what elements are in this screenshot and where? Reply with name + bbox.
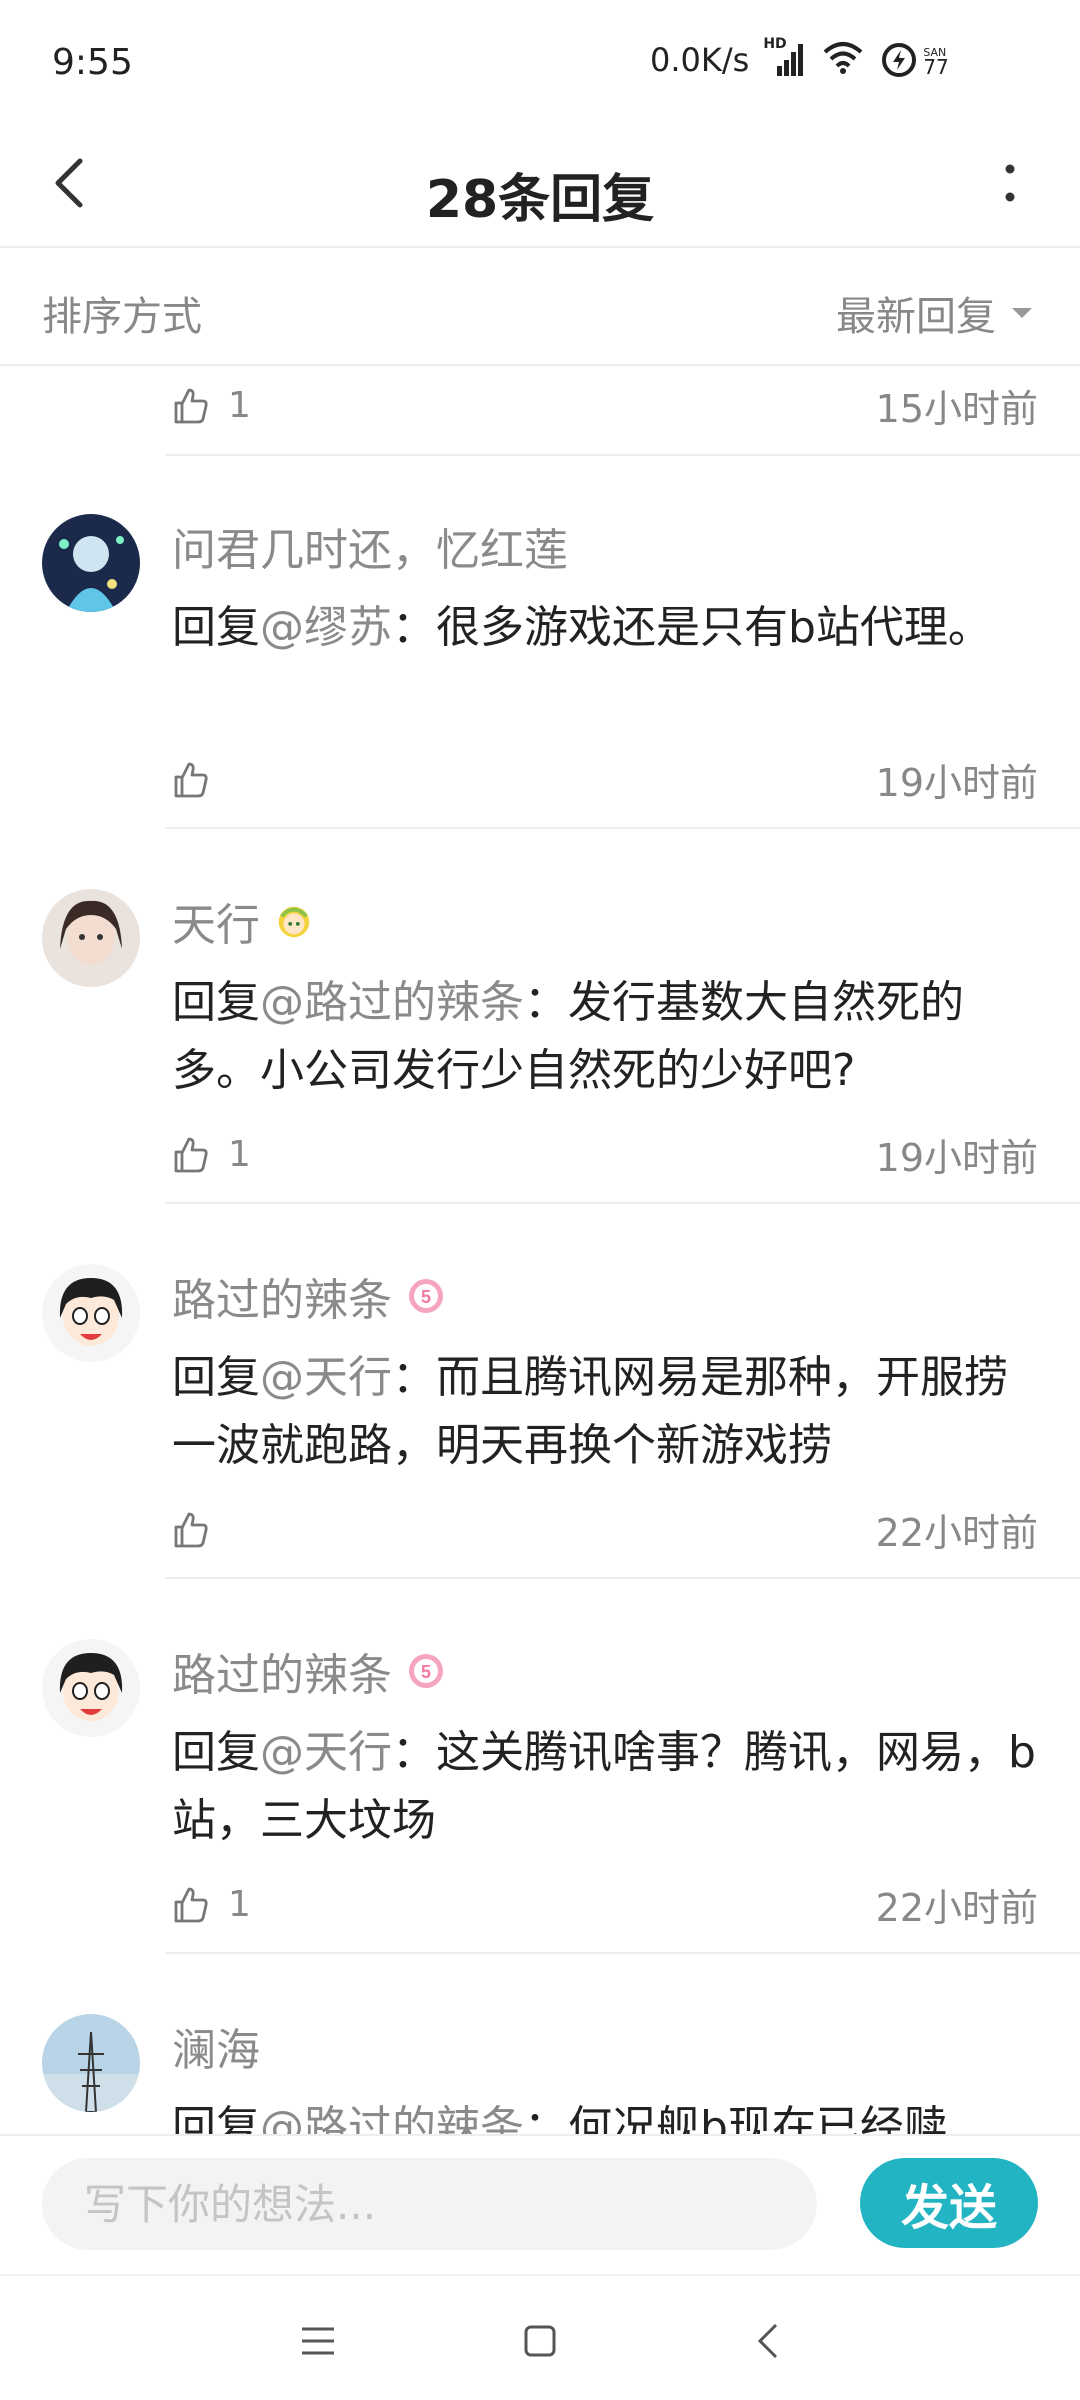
- home-square-icon: [524, 2325, 556, 2357]
- like-count: 1: [228, 1134, 251, 1175]
- comment-body: ：何况舰b现在已经赎: [524, 2102, 948, 2134]
- comment-time: 19小时前: [875, 1136, 1038, 1180]
- level-number: 5: [421, 1662, 431, 1682]
- comment-item[interactable]: 天行 回复@路过的辣条：发行基数大自然死的多。小公司发行少自然死的少好吧? 1 …: [0, 889, 1080, 1264]
- username[interactable]: 路过的辣条: [172, 1639, 392, 1703]
- username[interactable]: 问君几时还，忆红莲: [172, 514, 568, 578]
- comment-item[interactable]: 路过的辣条 5 回复@天行：这关腾讯啥事？腾讯，网易，b站，三大坟场 1 22小…: [0, 1639, 1080, 2014]
- wifi-icon: [821, 40, 865, 80]
- like-count: 1: [228, 1884, 251, 1925]
- mention-link[interactable]: @路过的辣条: [260, 2102, 524, 2134]
- username-row: 澜海: [172, 2014, 260, 2078]
- comment-text: 回复@天行：这关腾讯啥事？腾讯，网易，b站，三大坟场: [172, 1719, 1042, 1855]
- sort-selected: 最新回复: [836, 294, 996, 340]
- avatar[interactable]: [42, 514, 140, 612]
- username[interactable]: 天行: [172, 889, 260, 953]
- chevron-down-icon: [1012, 308, 1032, 318]
- home-button[interactable]: [505, 2306, 575, 2376]
- menu-button[interactable]: [283, 2306, 353, 2376]
- signal-icon: HD: [763, 36, 807, 78]
- comment-body: ：很多游戏还是只有b站代理。: [392, 602, 992, 653]
- username-row: 路过的辣条 5: [172, 1264, 446, 1328]
- level-badge-icon: 5: [406, 1651, 446, 1691]
- reply-input[interactable]: [42, 2158, 817, 2250]
- status-time: 9:55: [52, 42, 133, 83]
- avatar[interactable]: [42, 2014, 140, 2112]
- mention-link[interactable]: @天行: [260, 1352, 392, 1403]
- top-bar: 28条回复: [0, 125, 1080, 248]
- thumbs-up-icon: [174, 1137, 208, 1172]
- level-badge-icon: [274, 901, 314, 941]
- battery-level: 77: [923, 55, 949, 79]
- sort-label: 排序方式: [42, 294, 202, 340]
- username[interactable]: 澜海: [172, 2014, 260, 2078]
- comment-text: 回复@路过的辣条：发行基数大自然死的多。小公司发行少自然死的少好吧?: [172, 969, 1042, 1105]
- avatar[interactable]: [42, 889, 140, 987]
- like-count: 1: [228, 385, 251, 426]
- more-vertical-icon: [1005, 164, 1015, 202]
- comment-item[interactable]: 问君几时还，忆红莲 回复@缪苏：很多游戏还是只有b站代理。 19小时前: [0, 514, 1080, 889]
- divider: [165, 1577, 1080, 1579]
- like-button[interactable]: [170, 1510, 228, 1550]
- mention-link[interactable]: @缪苏: [260, 602, 392, 653]
- menu-icon: [302, 2327, 334, 2355]
- reply-prefix: 回复: [172, 602, 260, 653]
- reply-prefix: 回复: [172, 2102, 260, 2134]
- comment-item[interactable]: 路过的辣条 5 回复@天行：而且腾讯网易是那种，开服捞一波就跑路，明天再换个新游…: [0, 1264, 1080, 1639]
- send-button[interactable]: 发送: [860, 2158, 1038, 2248]
- comment-time: 15小时前: [875, 387, 1038, 431]
- reply-prefix: 回复: [172, 1727, 260, 1778]
- partial-comment-row: 1 15小时前: [0, 366, 1080, 456]
- comment-time: 22小时前: [875, 1511, 1038, 1555]
- comment-list[interactable]: 1 15小时前 问君几时还，忆红莲 回复@缪苏：很多游戏还是只有b站代理。 19…: [0, 366, 1080, 2134]
- thumbs-up-icon: [174, 762, 208, 797]
- status-icons: 0.0K/s HD SAN 77: [650, 36, 949, 80]
- mention-link[interactable]: @路过的辣条: [260, 977, 524, 1028]
- like-button[interactable]: 1: [170, 1134, 251, 1175]
- more-button[interactable]: [970, 143, 1050, 223]
- sort-bar: 排序方式 最新回复: [0, 248, 1080, 366]
- username-row: 路过的辣条 5: [172, 1639, 446, 1703]
- avatar[interactable]: [42, 1264, 140, 1362]
- sort-dropdown[interactable]: 最新回复: [836, 284, 1034, 342]
- comment-item[interactable]: 澜海 回复@路过的辣条：何况舰b现在已经赎: [0, 2014, 1080, 2134]
- divider: [165, 454, 1080, 456]
- level-number: 5: [421, 1287, 431, 1307]
- reply-prefix: 回复: [172, 1352, 260, 1403]
- like-button[interactable]: [170, 760, 228, 800]
- thumbs-up-icon: [174, 388, 208, 423]
- like-button[interactable]: 1: [170, 1884, 251, 1925]
- divider: [165, 1202, 1080, 1204]
- page-title: 28条回复: [425, 170, 655, 230]
- nav-back-icon: [757, 2323, 778, 2359]
- system-nav-bar: [0, 2274, 1080, 2400]
- like-button[interactable]: 1: [170, 385, 251, 426]
- nav-back-button[interactable]: [733, 2306, 803, 2376]
- thumbs-up-icon: [174, 1512, 208, 1547]
- battery-icon: SAN 77: [879, 42, 949, 79]
- comment-text: 回复@天行：而且腾讯网易是那种，开服捞一波就跑路，明天再换个新游戏捞: [172, 1344, 1042, 1480]
- level-badge-icon: 5: [406, 1276, 446, 1316]
- divider: [165, 1952, 1080, 1954]
- comment-time: 19小时前: [875, 761, 1038, 805]
- comment-text: 回复@路过的辣条：何况舰b现在已经赎: [172, 2094, 1042, 2134]
- hd-label: HD: [763, 36, 787, 52]
- username-row: 天行: [172, 889, 314, 953]
- reply-prefix: 回复: [172, 977, 260, 1028]
- divider: [165, 827, 1080, 829]
- comment-time: 22小时前: [875, 1886, 1038, 1930]
- status-bar: 9:55 0.0K/s HD SAN 77: [0, 0, 1080, 125]
- mention-link[interactable]: @天行: [260, 1727, 392, 1778]
- comment-text: 回复@缪苏：很多游戏还是只有b站代理。: [172, 594, 1042, 662]
- avatar[interactable]: [42, 1639, 140, 1737]
- username[interactable]: 路过的辣条: [172, 1264, 392, 1328]
- thumbs-up-icon: [174, 1887, 208, 1922]
- reply-input-bar: 发送: [0, 2134, 1080, 2274]
- network-speed: 0.0K/s: [650, 41, 750, 79]
- username-row: 问君几时还，忆红莲: [172, 514, 568, 578]
